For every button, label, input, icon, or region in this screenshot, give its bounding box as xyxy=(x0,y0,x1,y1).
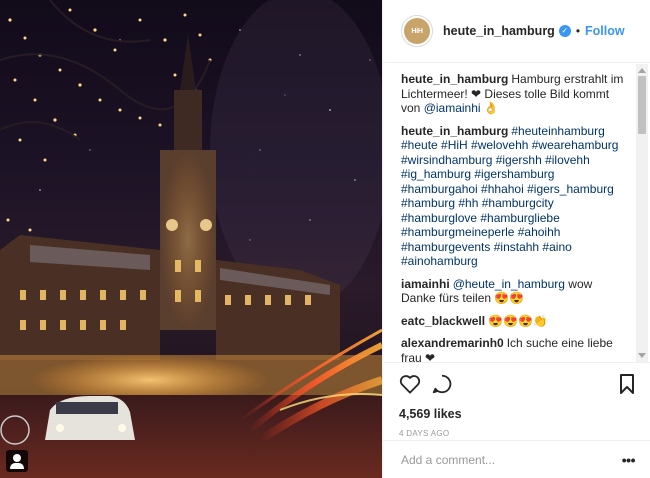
comment-text: 👌 xyxy=(480,101,499,115)
comment-username[interactable]: heute_in_hamburg xyxy=(401,72,508,86)
photo-illustration xyxy=(0,0,382,478)
post-timestamp[interactable]: 4 DAYS AGO xyxy=(399,429,635,438)
post-sidebar: HiH heute_in_hamburg ✓ • Follow heute_in… xyxy=(382,0,650,478)
scroll-down-icon[interactable] xyxy=(638,353,646,358)
comment-link[interactable]: #heuteinhamburg #heute #HiH #welovehh #w… xyxy=(401,124,618,269)
comment-item: alexandremarinh0 Ich suche eine liebe fra… xyxy=(401,336,629,362)
comments-list[interactable]: heute_in_hamburg Hamburg erstrahlt im Lic… xyxy=(383,64,650,362)
scroll-up-icon[interactable] xyxy=(638,68,646,73)
verified-icon: ✓ xyxy=(558,25,571,37)
comment-item: heute_in_hamburg Hamburg erstrahlt im Lic… xyxy=(401,72,629,116)
follow-button[interactable]: Follow xyxy=(585,24,625,38)
comment-item: iamainhi @heute_in_hamburg wow Danke fürs… xyxy=(401,277,629,306)
comment-item: eatc_blackwell 😍😍😍👏 xyxy=(401,314,629,329)
comment-username[interactable]: heute_in_hamburg xyxy=(401,124,508,138)
likes-count[interactable]: 4,569 likes xyxy=(399,407,635,421)
add-comment-bar: ••• xyxy=(383,440,650,478)
action-row xyxy=(399,371,635,397)
comment-link[interactable]: @heute_in_hamburg xyxy=(453,277,565,291)
post-actions: 4,569 likes 4 DAYS AGO xyxy=(383,362,650,442)
avatar-text: HiH xyxy=(411,27,423,35)
comment-username[interactable]: alexandremarinh0 xyxy=(401,336,504,350)
post-photo[interactable] xyxy=(0,0,382,478)
comments-scrollbar[interactable] xyxy=(636,64,648,362)
comment-username[interactable]: iamainhi xyxy=(401,277,450,291)
header-separator: • xyxy=(575,24,581,38)
comment-text: 😍😍😍👏 xyxy=(488,313,548,328)
bookmark-icon[interactable] xyxy=(619,374,635,394)
scroll-thumb[interactable] xyxy=(638,76,646,134)
post-header: HiH heute_in_hamburg ✓ • Follow xyxy=(383,0,650,63)
avatar-image: HiH xyxy=(404,18,430,44)
instagram-post: HiH heute_in_hamburg ✓ • Follow heute_in… xyxy=(0,0,650,478)
more-options-icon[interactable]: ••• xyxy=(622,452,636,468)
user-tag-icon[interactable] xyxy=(6,450,28,472)
comment-input[interactable] xyxy=(401,452,622,467)
avatar[interactable]: HiH xyxy=(401,15,433,47)
comment-username[interactable]: eatc_blackwell xyxy=(401,314,485,328)
comment-link[interactable]: @iamainhi xyxy=(424,101,481,115)
heart-outline-icon[interactable] xyxy=(399,374,421,394)
speech-bubble-icon[interactable] xyxy=(431,373,453,395)
comment-item: heute_in_hamburg #heuteinhamburg #heute #… xyxy=(401,124,629,269)
header-username[interactable]: heute_in_hamburg xyxy=(443,24,555,38)
